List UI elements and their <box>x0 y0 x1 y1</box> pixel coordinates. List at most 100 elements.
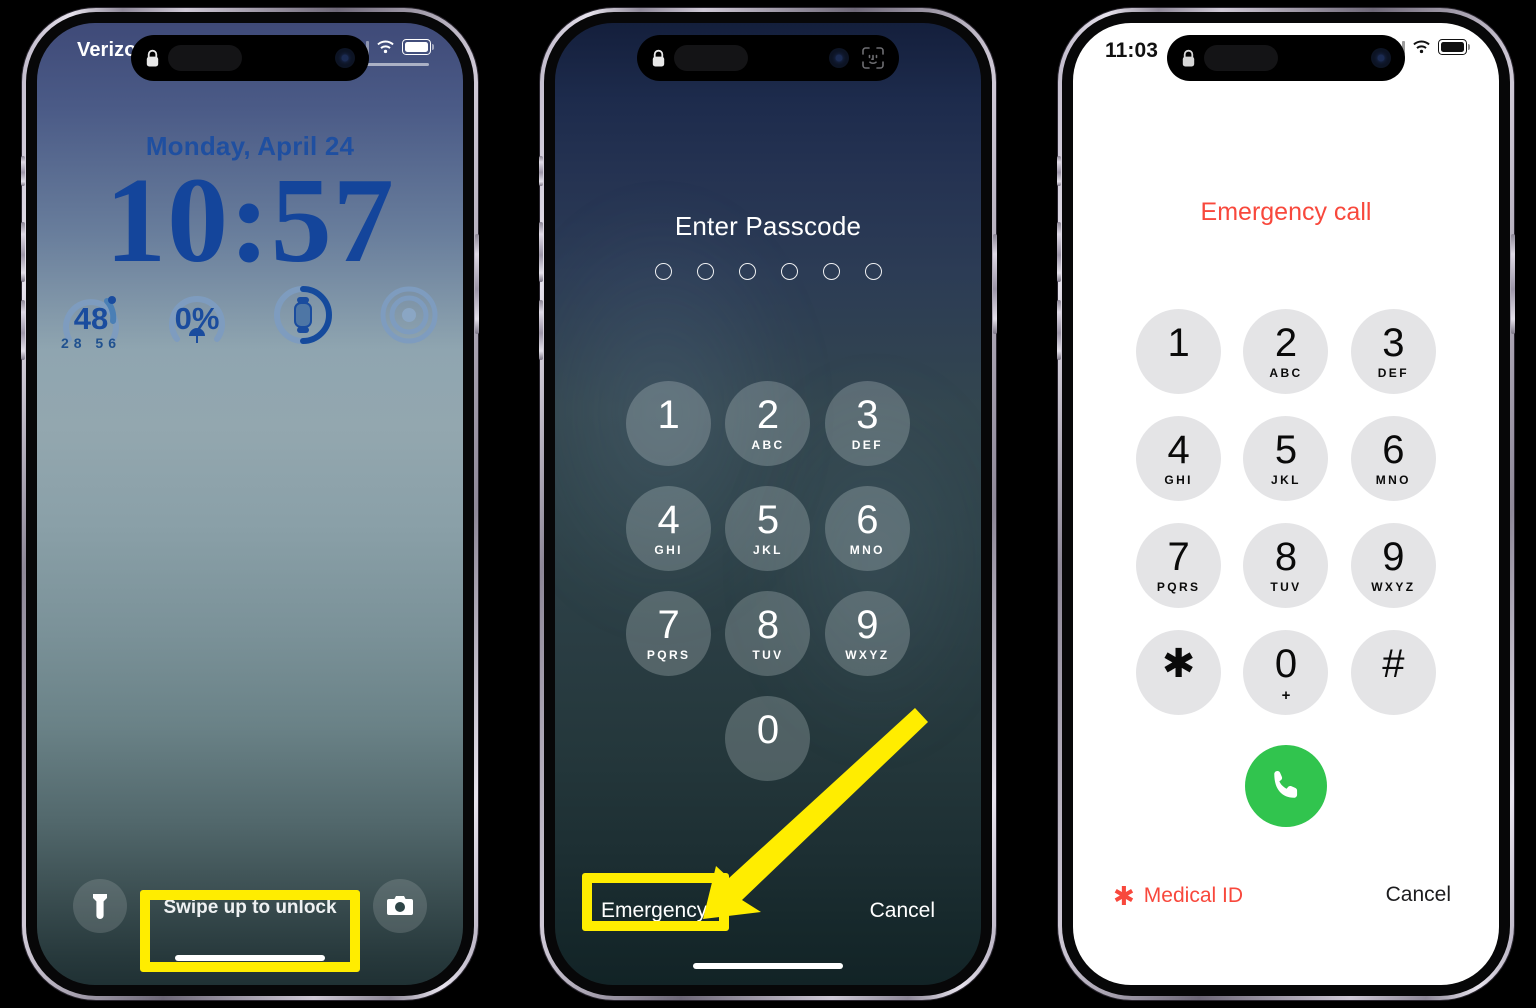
key-digit: 0 <box>1274 642 1298 686</box>
key-digit: 0 <box>756 708 780 752</box>
dialer-keypad[interactable]: 1 2 ABC 3 DEF 4 GHI 5 JKL 6 MNO 7 PQRS 8 TUV 9W… <box>1073 309 1499 715</box>
keypad-key-6[interactable]: 6 MNO <box>824 486 910 571</box>
key-letters: MNO <box>1375 473 1411 487</box>
power-button[interactable] <box>993 234 997 334</box>
key-letters: GHI <box>1164 473 1193 487</box>
power-button[interactable] <box>1511 234 1515 334</box>
dial-key-2[interactable]: 2 ABC <box>1243 309 1329 394</box>
battery-icon <box>402 39 434 55</box>
island-pill <box>1204 45 1278 71</box>
dial-key-0[interactable]: 0 + <box>1243 630 1329 715</box>
key-digit: 7 <box>657 603 680 647</box>
island-pill <box>674 45 748 71</box>
dynamic-island[interactable] <box>637 35 899 81</box>
lock-time: 10:57 <box>105 153 395 288</box>
volume-down-button[interactable] <box>1057 300 1061 360</box>
key-digit: 2 <box>1274 321 1298 365</box>
key-letters: WXYZ <box>845 648 890 662</box>
keypad-key-7[interactable]: 7 PQRS <box>626 591 712 676</box>
key-letters: JKL <box>1271 473 1301 487</box>
key-digit: 8 <box>1274 535 1298 579</box>
key-digit: 1 <box>1167 321 1190 365</box>
precipitation-widget[interactable]: 0% <box>155 281 239 373</box>
key-letters: GHI <box>654 543 683 557</box>
passcode-keypad[interactable]: 1 2 ABC 3 DEF 4 GHI 5 JKL 6 MNO 7 PQRS 8 TUV 9W… <box>555 381 981 781</box>
weather-temperature-widget[interactable]: 48 28 56 <box>49 281 133 373</box>
key-letters: WXYZ <box>1371 580 1416 594</box>
keypad-key-9[interactable]: 9 WXYZ <box>824 591 910 676</box>
keypad-key-5[interactable]: 5 JKL <box>725 486 811 571</box>
mute-switch[interactable] <box>21 156 25 186</box>
keypad-key-3[interactable]: 3 DEF <box>824 381 910 466</box>
mute-switch[interactable] <box>539 156 543 186</box>
dial-key-star[interactable]: ✱ <box>1136 630 1222 715</box>
status-time: 11:03 <box>1105 39 1159 62</box>
key-digit: 2 <box>756 393 780 437</box>
volume-up-button[interactable] <box>21 222 25 282</box>
front-camera-icon <box>1371 48 1391 68</box>
dial-key-8[interactable]: 8 TUV <box>1243 523 1329 608</box>
passcode-dot <box>780 263 798 280</box>
lock-icon <box>145 49 160 68</box>
dial-key-6[interactable]: 6 MNO <box>1350 416 1436 501</box>
medical-id-label: Medical ID <box>1143 884 1243 907</box>
key-letters: MNO <box>849 543 885 557</box>
dial-key-5[interactable]: 5 JKL <box>1243 416 1329 501</box>
key-letters: ABC <box>751 438 785 452</box>
keypad-key-1[interactable]: 1 <box>626 381 712 466</box>
volume-up-button[interactable] <box>539 222 543 282</box>
dial-key-9[interactable]: 9 WXYZ <box>1350 523 1436 608</box>
cancel-button[interactable]: Cancel <box>870 899 935 923</box>
home-indicator[interactable] <box>693 963 843 969</box>
dynamic-island[interactable] <box>1167 35 1405 81</box>
dial-key-4[interactable]: 4 GHI <box>1136 416 1222 501</box>
key-digit: 8 <box>756 603 780 647</box>
cancel-button[interactable]: Cancel <box>1386 883 1451 907</box>
key-digit: 5 <box>756 498 780 542</box>
key-digit: 7 <box>1167 535 1190 579</box>
call-button[interactable] <box>1245 745 1327 827</box>
battery-icon <box>1438 39 1470 55</box>
mute-switch[interactable] <box>1057 156 1061 186</box>
front-camera-icon <box>335 48 355 68</box>
key-letters: PQRS <box>646 648 691 662</box>
keypad-key-8[interactable]: 8 TUV <box>725 591 811 676</box>
key-letters: TUV <box>752 648 784 662</box>
front-camera-icon <box>829 48 849 68</box>
keypad-key-2[interactable]: 2 ABC <box>725 381 811 466</box>
dynamic-island[interactable] <box>131 35 369 81</box>
passcode-dot <box>864 263 882 280</box>
phone-handset-icon <box>1274 770 1298 798</box>
passcode-screen[interactable]: Enter Passcode 1 2 ABC 3 DEF 4 GHI 5 JKL 6 MN… <box>555 23 981 985</box>
passcode-dot <box>696 263 714 280</box>
keypad-key-4[interactable]: 4 GHI <box>626 486 712 571</box>
key-digit: 1 <box>657 393 680 437</box>
dial-key-3[interactable]: 3 DEF <box>1350 309 1436 394</box>
watch-battery-widget[interactable] <box>261 281 345 373</box>
find-my-widget[interactable] <box>367 281 451 373</box>
keypad-key-0[interactable]: 0 <box>725 696 811 781</box>
dial-key-7[interactable]: 7 PQRS <box>1136 523 1222 608</box>
volume-down-button[interactable] <box>539 300 543 360</box>
lock-screen[interactable]: Verizon Monday, April 24 10:57 48 28 56 … <box>37 23 463 985</box>
widget-value: 48 <box>73 301 109 336</box>
dial-key-hash[interactable]: # <box>1350 630 1436 715</box>
swipe-up-to-unlock-highlight <box>140 890 360 972</box>
power-button[interactable] <box>475 234 479 334</box>
volume-up-button[interactable] <box>1057 222 1061 282</box>
lock-widgets: 48 28 56 0% <box>37 281 463 377</box>
volume-down-button[interactable] <box>21 300 25 360</box>
emergency-dialer-screen[interactable]: 11:03 Emergency call 1 2ABC 3 DEF 4 GHI … <box>1073 23 1499 985</box>
medical-id-button[interactable]: ✱ Medical ID <box>1113 883 1243 909</box>
widget-value: 0% <box>174 301 220 336</box>
screenshot-stage: Verizon Monday, April 24 10:57 48 28 56 … <box>0 0 1536 1008</box>
key-digit: 3 <box>856 393 879 437</box>
lock-icon <box>1181 49 1196 68</box>
rings-target-icon <box>380 286 438 344</box>
phone-passcode-screen: Enter Passcode 1 2 ABC 3 DEF 4 GHI 5 JKL 6 MN… <box>539 8 997 1000</box>
key-letters: TUV <box>1270 580 1302 594</box>
passcode-dots <box>555 263 981 280</box>
wifi-icon <box>376 39 395 55</box>
key-digit: # <box>1382 642 1405 686</box>
dial-key-1[interactable]: 1 <box>1136 309 1222 394</box>
